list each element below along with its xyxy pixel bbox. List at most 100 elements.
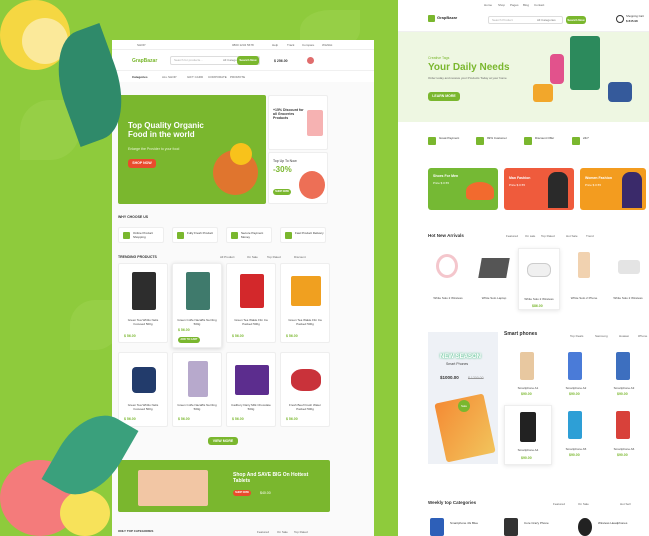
promo-price: Price $ 0.55 [433,181,450,185]
promo-card[interactable]: Shoes For Men Price $ 0.55 [428,168,498,210]
nav-item[interactable]: CORPORATE [208,75,227,79]
avatar[interactable] [307,57,314,64]
weekly-item[interactable]: Core Crazy Phone [502,516,572,536]
product-name: White Solo 2 Wireless [524,297,554,301]
nav-link[interactable]: Home [484,3,492,7]
phone-item[interactable]: Smartphone A6 $90.00 [602,405,646,460]
model-image [548,172,568,208]
shop-link[interactable]: SHOP [137,43,146,47]
side-promo-button[interactable]: SHOP NOW [273,189,291,195]
trending-tab[interactable]: Top Rated [267,255,281,259]
hero-shop-button[interactable]: SHOP NOW [128,159,156,168]
hero-title: Your Daily Needs [428,62,510,73]
weekly-item[interactable]: Wireless Headphones [576,516,646,536]
weekly-item[interactable]: Smartphone 4G Blue [428,516,498,536]
trending-tab[interactable]: All Product [220,255,235,259]
promo-title: NEW SEASON [440,354,482,360]
phone-item[interactable]: Smartphone A1 $90.00 [506,350,550,400]
phone-item[interactable]: Smartphone A2 $90.00 [554,350,598,400]
weekly-tab[interactable]: Featured [553,502,565,506]
arrivals-tab[interactable]: Featured [506,234,518,238]
promo-card[interactable]: Women Fashion Price $ 0.55 [580,168,646,210]
topbar-link[interactable]: Track [287,43,294,47]
trending-tab[interactable]: On Sale [247,255,258,259]
search-input[interactable]: Search for products... [174,58,203,63]
arrival-item[interactable]: White Solo 2 Wireless $86.00 [518,248,560,310]
arrivals-tab[interactable]: Hot Sale [566,234,578,238]
nav-item[interactable]: PROMOTE [230,75,245,79]
promo-card[interactable]: Man Fashion Price $ 0.55 [504,168,574,210]
phone-image [568,352,582,380]
model-image [622,172,642,208]
cart-price[interactable]: $ 256.00 [274,59,288,63]
product-name: Green Tea Wakle Flin Ca Packed 500g [288,318,322,326]
bottom-tab[interactable]: Featured [257,530,269,534]
bottom-tab[interactable]: Top Rated [294,530,308,534]
search-button[interactable]: Search Now [566,16,586,24]
search-input[interactable]: Search Product [492,18,513,23]
phones-tab[interactable]: Huawei [619,334,629,338]
arrival-item[interactable]: White Solo Laptop [474,248,514,303]
banner-shop-button[interactable]: SHOP NOW [233,490,251,496]
right-site-mockup: GrapBazar Home Shop Pages Blog Contact S… [398,0,649,536]
category-select[interactable]: All Categories [537,18,556,23]
arrivals-tab[interactable]: Top Rated [541,234,555,238]
product-image [291,276,321,306]
trending-tab[interactable]: Discount [294,255,306,259]
logo-icon [428,15,435,22]
cart-icon[interactable] [616,15,624,23]
topbar-link[interactable]: Wishlist [322,43,332,47]
bottom-tab[interactable]: On Sale [277,530,288,534]
nav-link[interactable]: Shop [498,3,505,7]
promo-title: Shoes For Men [433,174,459,178]
logo[interactable]: GrapBazar [132,58,157,64]
product-card[interactable]: Green Tea Whitlo Nelis Focused 500g $ 56… [118,352,168,427]
categories-menu[interactable]: Categories [132,75,148,79]
promo-price: $1000.00 [440,375,459,380]
product-card[interactable]: Green Coffe Nacaffis Nerrling 500g $ 56.… [172,352,222,427]
product-card[interactable]: Green Coffe Nacaffis Nerrling 500g $ 56.… [172,263,222,348]
lemon-decoration [60,490,110,536]
product-card[interactable]: Cadbury Dairy Milk Chocolate 500g $ 56.0… [226,352,276,427]
logo[interactable]: GrapBazar [437,15,457,21]
promo-old-price: $ 1200.00 [468,376,484,380]
phones-tab[interactable]: Samsung [595,334,608,338]
nav-item[interactable]: GIFT CARD [187,75,203,79]
product-card[interactable]: Fresh Beef Fresh Water Packed 500g $ 56.… [280,352,330,427]
phones-tab[interactable]: iPhone [638,334,647,338]
product-name: White Solo 2 Wireless [433,296,463,300]
side-promo-percent: -30% [273,165,292,174]
topbar-link[interactable]: Help [272,43,278,47]
arrival-item[interactable]: White Solo 2 Wireless [428,248,468,303]
phones-tab[interactable]: Top Deals [570,334,583,338]
weekly-tab[interactable]: Hot Sell [620,502,631,506]
add-to-cart-button[interactable]: ADD TO CART [178,337,200,343]
nav-item[interactable]: ALL SHOP [162,75,177,79]
phone-item[interactable]: Smartphone A5 $90.00 [554,405,598,460]
promo-subtitle: Smart Phones [446,362,469,366]
phone-item[interactable]: Smartphone A4 $90.00 [504,405,552,465]
topbar-link[interactable]: Compare [302,43,314,47]
nav-link[interactable]: Pages [510,3,519,7]
nav-link[interactable]: Blog [523,3,529,7]
product-card[interactable]: Green Tea Wakle Flin Ca Packed 500g $ 56… [280,263,330,343]
learn-more-button[interactable]: LEARN MORE [428,92,460,101]
product-price: $90.00 [521,392,532,396]
weekly-tab[interactable]: On Sale [578,502,589,506]
person-illustration [608,82,632,102]
product-card[interactable]: Green Tea Wakle Flin Ca Packed 500g $ 56… [226,263,276,343]
smartphones-title: Smart phones [504,331,538,337]
search-button[interactable]: Search Now [237,56,259,65]
arrival-item[interactable]: White Solo 2 Phone [564,248,604,303]
nav-link[interactable]: Contact [534,3,544,7]
left-site-mockup: SHOP 0800 1234 5678 Help Track Compare W… [112,40,374,536]
arrival-item[interactable]: White Solo 2 Wireless [608,248,648,303]
product-name: White Solo 2 Wireless [613,296,643,300]
hero-banner: Top Quality Organic Food in the world En… [118,95,266,204]
arrivals-tab[interactable]: On sale [525,234,535,238]
arrivals-tab[interactable]: Trend [586,234,594,238]
view-more-button[interactable]: VIEW MORE [208,437,238,445]
phone-item[interactable]: Smartphone A3 $90.00 [602,350,646,400]
smartphone-promo[interactable]: NEW SEASON Smart Phones $1000.00 $ 1200.… [428,332,498,464]
product-card[interactable]: Green Tea Whitlo Nelis Focused 500g $ 56… [118,263,168,343]
